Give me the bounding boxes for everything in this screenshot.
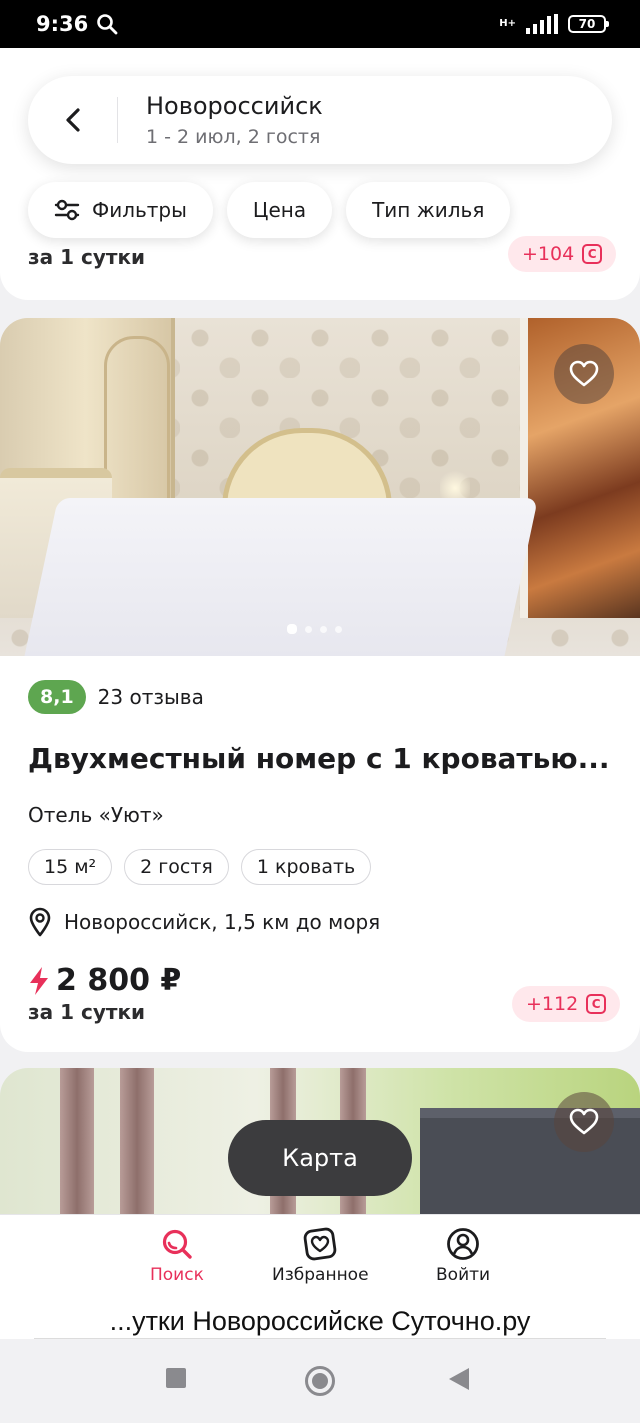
nav-favorites[interactable]: Избранное: [272, 1227, 369, 1285]
photo-dot: [335, 625, 342, 633]
circle-home-icon: [305, 1366, 335, 1396]
home-button[interactable]: [304, 1365, 336, 1401]
status-time: 9:36: [36, 12, 89, 36]
bonus-coin-icon: С: [586, 994, 607, 1014]
search-dates-guests: 1 - 2 июл, 2 гостя: [146, 126, 321, 148]
location-text: Новороссийск, 1,5 км до моря: [64, 910, 381, 934]
previous-listing-bonus: +104: [522, 243, 575, 265]
price-chip[interactable]: Цена: [226, 182, 333, 238]
previous-listing-per-night: за 1 сутки: [28, 245, 146, 269]
listing-bonus: +112: [526, 993, 579, 1015]
tag-beds: 1 кровать: [240, 849, 372, 885]
bottom-nav: Поиск Избранное Войти: [0, 1214, 640, 1302]
listing-card[interactable]: 8,1 23 отзыва Двухместный номер с 1 кров…: [0, 318, 640, 1052]
hotel-name: Отель «Уют»: [28, 803, 164, 827]
profile-icon: [447, 1228, 479, 1260]
rating-badge: 8,1: [28, 680, 86, 714]
status-search-icon: [97, 14, 118, 35]
price-chip-label: Цена: [252, 198, 307, 222]
triangle-back-icon: [449, 1368, 469, 1390]
search-city: Новороссийск: [146, 92, 323, 120]
filter-bar: Фильтры Цена Тип жилья: [28, 182, 511, 238]
page-caption: ...утки Новороссийске Суточно.ру: [0, 1302, 640, 1340]
battery-level: 70: [578, 17, 596, 31]
filter-sliders-icon: [54, 199, 80, 221]
status-bar: 9:36 H+ 70: [0, 0, 640, 48]
photo-bed: [21, 498, 539, 656]
property-type-chip[interactable]: Тип жилья: [346, 182, 511, 238]
listing-tags: 15 м² 2 гостя 1 кровать: [28, 849, 612, 885]
recent-apps-button[interactable]: [165, 1367, 187, 1393]
favorites-icon: [303, 1227, 337, 1261]
nav-search[interactable]: Поиск: [150, 1227, 204, 1285]
photo-pagination: [287, 624, 342, 634]
listing-location: Новороссийск, 1,5 км до моря: [28, 907, 612, 937]
photo-dot: [305, 625, 312, 633]
bonus-coin-icon: С: [582, 244, 603, 264]
chevron-left-icon: [65, 108, 80, 132]
battery-icon: 70: [568, 15, 609, 33]
search-header: Новороссийск 1 - 2 июл, 2 гостя Фильтры …: [0, 48, 640, 300]
heart-icon: [569, 1108, 599, 1135]
filters-chip-label: Фильтры: [92, 198, 187, 222]
favorite-button[interactable]: [554, 344, 614, 404]
previous-listing-bonus-badge: +104 С: [508, 236, 617, 272]
back-button[interactable]: [28, 97, 118, 143]
filters-chip[interactable]: Фильтры: [28, 182, 213, 238]
lightning-icon: [30, 966, 48, 995]
listing-photo[interactable]: [0, 318, 640, 656]
tag-guests: 2 гостя: [124, 849, 229, 885]
reviews-count[interactable]: 23 отзыва: [98, 685, 204, 709]
property-type-chip-label: Тип жилья: [372, 198, 485, 222]
listing-price: 2 800 ₽: [56, 963, 182, 998]
signal-icon: [526, 14, 558, 34]
listing-title[interactable]: Двухместный номер с 1 кроватью...: [28, 742, 612, 775]
tag-area: 15 м²: [28, 849, 113, 885]
location-pin-icon: [29, 907, 51, 937]
search-summary[interactable]: Новороссийск 1 - 2 июл, 2 гостя: [28, 76, 612, 164]
nav-favorites-label: Избранное: [272, 1265, 369, 1285]
photo-dot: [320, 625, 327, 633]
listing-bonus-badge: +112 С: [512, 986, 621, 1022]
heart-icon: [569, 360, 599, 387]
search-icon: [162, 1229, 192, 1259]
network-type: H+: [499, 18, 516, 29]
nav-login-label: Войти: [436, 1265, 491, 1285]
nav-search-label: Поиск: [150, 1265, 204, 1285]
photo-dot: [287, 624, 297, 634]
nav-login[interactable]: Войти: [436, 1227, 490, 1285]
square-icon: [166, 1368, 186, 1388]
system-nav-bar: [0, 1339, 640, 1423]
map-button[interactable]: Карта: [228, 1120, 412, 1196]
back-nav-button[interactable]: [448, 1367, 470, 1395]
favorite-button-next[interactable]: [554, 1092, 614, 1152]
